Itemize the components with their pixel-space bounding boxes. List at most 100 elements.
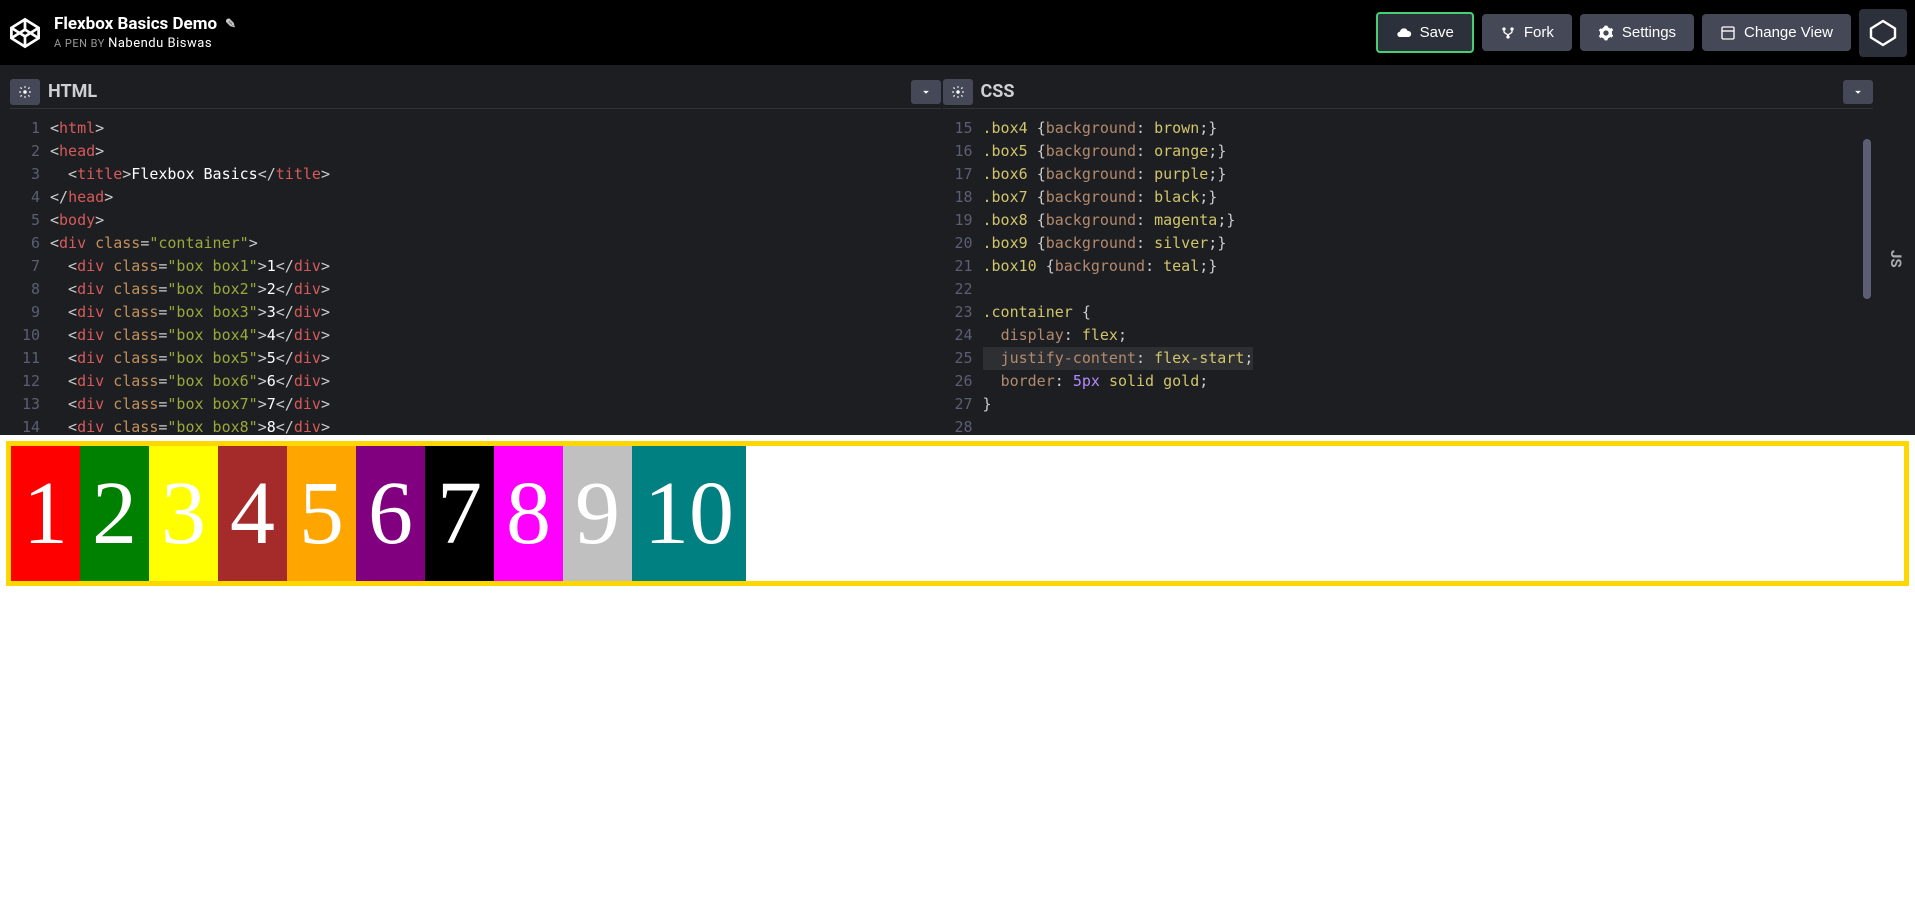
output-preview: 12345678910 (0, 435, 1915, 910)
preview-box: 3 (149, 446, 218, 581)
line-number: 7 (10, 255, 50, 278)
line-number: 26 (943, 370, 983, 393)
js-editor-panel-collapsed[interactable]: JS (1875, 75, 1905, 435)
line-number: 1 (10, 117, 50, 140)
html-editor-header: HTML (10, 75, 941, 109)
codepen-logo-icon[interactable] (8, 16, 42, 50)
code-line: 19.box8 {background: magenta;} (943, 209, 1874, 232)
change-view-label: Change View (1744, 24, 1833, 41)
preview-box: 8 (494, 446, 563, 581)
preview-box: 5 (287, 446, 356, 581)
preview-box: 1 (11, 446, 80, 581)
preview-box: 2 (80, 446, 149, 581)
line-number: 12 (10, 370, 50, 393)
fork-button[interactable]: Fork (1482, 14, 1572, 51)
header-right: Save Fork Settings Change View (1376, 9, 1907, 57)
line-number: 11 (10, 347, 50, 370)
code-line: 23.container { (943, 301, 1874, 324)
css-collapse-button[interactable] (1843, 80, 1873, 104)
preview-box: 6 (356, 446, 425, 581)
settings-button[interactable]: Settings (1580, 14, 1694, 51)
save-label: Save (1420, 24, 1454, 41)
line-number: 6 (10, 232, 50, 255)
save-button[interactable]: Save (1376, 12, 1474, 53)
line-number: 23 (943, 301, 983, 324)
cloud-icon (1396, 25, 1412, 41)
pen-title-text: Flexbox Basics Demo (54, 14, 217, 34)
css-editor-title: CSS (981, 81, 1015, 102)
flex-container: 12345678910 (6, 441, 1909, 586)
code-line: 11 <div class="box box5">5</div> (10, 347, 941, 370)
html-code-area[interactable]: 1<html>2<head>3 <title>Flexbox Basics</t… (10, 109, 941, 435)
line-number: 17 (943, 163, 983, 186)
code-line: 26 border: 5px solid gold; (943, 370, 1874, 393)
fork-icon (1500, 25, 1516, 41)
settings-label: Settings (1622, 24, 1676, 41)
code-line: 16.box5 {background: orange;} (943, 140, 1874, 163)
line-number: 21 (943, 255, 983, 278)
html-editor-title: HTML (48, 81, 97, 102)
profile-menu[interactable] (1859, 9, 1907, 57)
code-line: 18.box7 {background: black;} (943, 186, 1874, 209)
code-line: 13 <div class="box box7">7</div> (10, 393, 941, 416)
code-line: 4</head> (10, 186, 941, 209)
line-number: 22 (943, 278, 983, 301)
line-number: 2 (10, 140, 50, 163)
change-view-button[interactable]: Change View (1702, 14, 1851, 51)
code-line: 6<div class="container"> (10, 232, 941, 255)
line-number: 4 (10, 186, 50, 209)
app-header: Flexbox Basics Demo ✎ A PEN BY Nabendu B… (0, 0, 1915, 65)
code-line: 14 <div class="box box8">8</div> (10, 416, 941, 435)
preview-box: 7 (425, 446, 494, 581)
code-line: 21.box10 {background: teal;} (943, 255, 1874, 278)
code-line: 12 <div class="box box6">6</div> (10, 370, 941, 393)
html-collapse-button[interactable] (911, 80, 941, 104)
preview-box: 10 (632, 446, 746, 581)
line-number: 24 (943, 324, 983, 347)
byline-prefix: A PEN BY (54, 37, 105, 50)
fork-label: Fork (1524, 24, 1554, 41)
line-number: 19 (943, 209, 983, 232)
code-line: 10 <div class="box box4">4</div> (10, 324, 941, 347)
line-number: 3 (10, 163, 50, 186)
code-line: 17.box6 {background: purple;} (943, 163, 1874, 186)
code-line: 20.box9 {background: silver;} (943, 232, 1874, 255)
line-number: 18 (943, 186, 983, 209)
code-line: 24 display: flex; (943, 324, 1874, 347)
code-line: 8 <div class="box box2">2</div> (10, 278, 941, 301)
line-number: 25 (943, 347, 983, 370)
gear-icon (1598, 25, 1614, 41)
css-editor-header: CSS (943, 75, 1874, 109)
line-number: 5 (10, 209, 50, 232)
scrollbar-thumb[interactable] (1863, 139, 1871, 299)
code-line: 15.box4 {background: brown;} (943, 117, 1874, 140)
html-settings-icon[interactable] (10, 79, 40, 105)
code-line: 1<html> (10, 117, 941, 140)
edit-title-icon[interactable]: ✎ (225, 17, 236, 32)
code-line: 2<head> (10, 140, 941, 163)
line-number: 13 (10, 393, 50, 416)
code-line: 25 justify-content: flex-start; (943, 347, 1874, 370)
code-line: 27} (943, 393, 1874, 416)
css-code-area[interactable]: 15.box4 {background: brown;}16.box5 {bac… (943, 109, 1874, 435)
layout-icon (1720, 25, 1736, 41)
line-number: 15 (943, 117, 983, 140)
line-number: 9 (10, 301, 50, 324)
line-number: 16 (943, 140, 983, 163)
line-number: 10 (10, 324, 50, 347)
line-number: 27 (943, 393, 983, 416)
editors-row: HTML 1<html>2<head>3 <title>Flexbox Basi… (0, 65, 1915, 435)
code-line: 22 (943, 278, 1874, 301)
header-left: Flexbox Basics Demo ✎ A PEN BY Nabendu B… (8, 14, 236, 51)
css-editor-panel: CSS 15.box4 {background: brown;}16.box5 … (943, 75, 1874, 435)
preview-box: 4 (218, 446, 287, 581)
css-scrollbar[interactable] (1861, 109, 1873, 435)
pen-title[interactable]: Flexbox Basics Demo ✎ (54, 14, 236, 34)
code-line: 9 <div class="box box3">3</div> (10, 301, 941, 324)
title-block: Flexbox Basics Demo ✎ A PEN BY Nabendu B… (54, 14, 236, 51)
line-number: 20 (943, 232, 983, 255)
css-settings-icon[interactable] (943, 79, 973, 105)
preview-box: 9 (563, 446, 632, 581)
author-link[interactable]: Nabendu Biswas (108, 36, 212, 51)
byline: A PEN BY Nabendu Biswas (54, 36, 236, 51)
